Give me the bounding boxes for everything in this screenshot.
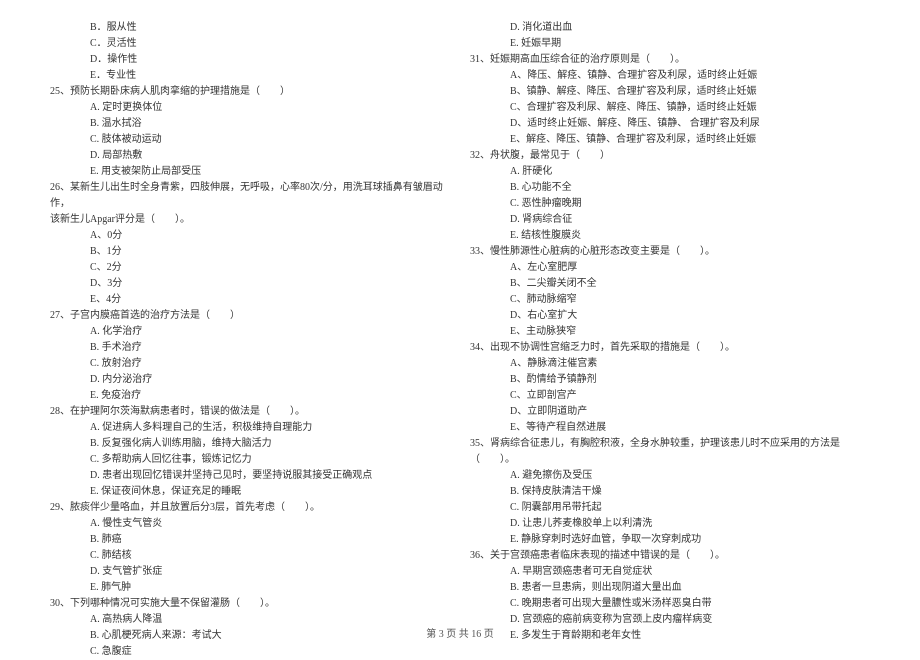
q33-option-a: A、左心室肥厚 [470,260,870,276]
q31-option-e: E、解痉、降压、镇静、合理扩容及利尿，适时终止妊娠 [470,132,870,148]
q27-text: 27、子宫内膜癌首选的治疗方法是（ ） [50,308,450,324]
q28-option-b: B. 反复强化病人训练用脑，维持大脑活力 [50,436,450,452]
q31-text: 31、妊娠期高血压综合征的治疗原则是（ ）。 [470,52,870,68]
q29-text: 29、脓痰伴少量咯血，并且放置后分3层，首先考虑（ ）。 [50,500,450,516]
q34-text: 34、出现不协调性宫缩乏力时，首先采取的措施是（ ）。 [470,340,870,356]
q28-option-a: A. 促进病人多料理自己的生活，积极维持自理能力 [50,420,450,436]
q27-option-c: C. 放射治疗 [50,356,450,372]
q33-option-c: C、肺动脉缩窄 [470,292,870,308]
q27-option-a: A. 化学治疗 [50,324,450,340]
q26-option-e: E、4分 [50,292,450,308]
q26-option-b: B、1分 [50,244,450,260]
q35-option-d: D. 让患儿荞麦橡胶单上以利清洗 [470,516,870,532]
q35-option-a: A. 避免擦伤及受压 [470,468,870,484]
q30-option-d: D. 消化道出血 [470,20,870,36]
q31-option-c: C、合理扩容及利尿、解痉、降压、镇静，适时终止妊娠 [470,100,870,116]
q26-option-a: A、0分 [50,228,450,244]
q29-option-c: C. 肺结核 [50,548,450,564]
q32-option-c: C. 恶性肿瘤晚期 [470,196,870,212]
q24-option-e: E．专业性 [50,68,450,84]
q31-option-d: D、适时终止妊娠、解痉、降压、镇静、 合理扩容及利尿 [470,116,870,132]
q29-option-e: E. 肺气肿 [50,580,450,596]
q29-option-a: A. 慢性支气管炎 [50,516,450,532]
q34-option-e: E、等待产程自然进展 [470,420,870,436]
q36-option-c: C. 晚期患者可出现大量膿性或米汤样恶臭白带 [470,596,870,612]
q28-text: 28、在护理阿尔茨海默病患者时，错误的做法是（ ）。 [50,404,450,420]
q35-option-b: B. 保持皮肤清洁干燥 [470,484,870,500]
q30-text: 30、下列哪种情况可实施大量不保留灌肠（ ）。 [50,596,450,612]
q34-option-d: D、立即阴道助产 [470,404,870,420]
q24-option-c: C．灵活性 [50,36,450,52]
q26-option-c: C、2分 [50,260,450,276]
q28-option-c: C. 多帮助病人回忆往事，锻炼记忆力 [50,452,450,468]
q26-text: 26、某新生儿出生时全身青紫，四肢伸展，无呼吸，心率80次/分，用洗耳球插鼻有皱… [50,180,450,212]
q35-text: 35、肾病综合征患儿，有胸腔积液，全身水肿较重，护理该患儿时不应采用的方法是（ … [470,436,870,468]
q26-option-d: D、3分 [50,276,450,292]
q30-option-e: E. 妊娠早期 [470,36,870,52]
q27-option-e: E. 免疫治疗 [50,388,450,404]
q31-option-a: A、降压、解痉、镇静、合理扩容及利尿，适时终止妊娠 [470,68,870,84]
q24-option-b: B．服从性 [50,20,450,36]
q34-option-b: B、酌情给予镇静剂 [470,372,870,388]
q36-option-b: B. 患者一旦患病，则出现阴道大量出血 [470,580,870,596]
q28-option-d: D. 患者出现回忆错误并坚持己见时，要坚持说服其接受正确观点 [50,468,450,484]
q36-text: 36、关于宫颈癌患者临床表现的描述中错误的是（ ）。 [470,548,870,564]
q25-text: 25、预防长期卧床病人肌肉挛缩的护理措施是（ ） [50,84,450,100]
q34-option-c: C、立即剖宫产 [470,388,870,404]
q28-option-e: E. 保证夜间休息，保证充足的睡眠 [50,484,450,500]
q32-option-a: A. 肝硬化 [470,164,870,180]
q31-option-b: B、镇静、解痉、降压、合理扩容及利尿，适时终止妊娠 [470,84,870,100]
q35-option-e: E. 静脉穿刺时选好血管，争取一次穿刺成功 [470,532,870,548]
q27-option-d: D. 内分泌治疗 [50,372,450,388]
q29-option-b: B. 肺癌 [50,532,450,548]
q32-option-b: B. 心功能不全 [470,180,870,196]
left-column: B．服从性 C．灵活性 D．操作性 E．专业性 25、预防长期卧床病人肌肉挛缩的… [40,20,460,580]
q26-text2: 该新生儿Apgar评分是（ ）。 [50,212,450,228]
q33-option-d: D、右心室扩大 [470,308,870,324]
q25-option-e: E. 用支被架防止局部受压 [50,164,450,180]
q24-option-d: D．操作性 [50,52,450,68]
page-footer: 第 3 页 共 16 页 [0,625,920,640]
q25-option-c: C. 肢体被动运动 [50,132,450,148]
q33-option-e: E、主动脉狭窄 [470,324,870,340]
q25-option-d: D. 局部热敷 [50,148,450,164]
q32-text: 32、舟状腹，最常见于（ ） [470,148,870,164]
q36-option-a: A. 早期宫颈癌患者可无自觉症状 [470,564,870,580]
page-container: B．服从性 C．灵活性 D．操作性 E．专业性 25、预防长期卧床病人肌肉挛缩的… [0,0,920,610]
q32-option-d: D. 肾病综合征 [470,212,870,228]
q33-option-b: B、二尖瓣关闭不全 [470,276,870,292]
q32-option-e: E. 结核性腹膜炎 [470,228,870,244]
q35-option-c: C. 阴囊部用吊带托起 [470,500,870,516]
q34-option-a: A、静脉滴注催宫素 [470,356,870,372]
q33-text: 33、慢性肺源性心脏病的心脏形态改变主要是（ ）。 [470,244,870,260]
q27-option-b: B. 手术治疗 [50,340,450,356]
q29-option-d: D. 支气管扩张症 [50,564,450,580]
q30-option-c: C. 急腹症 [50,644,450,660]
q25-option-b: B. 温水拭浴 [50,116,450,132]
q25-option-a: A. 定时更换体位 [50,100,450,116]
right-column: D. 消化道出血 E. 妊娠早期 31、妊娠期高血压综合征的治疗原则是（ ）。 … [460,20,880,580]
